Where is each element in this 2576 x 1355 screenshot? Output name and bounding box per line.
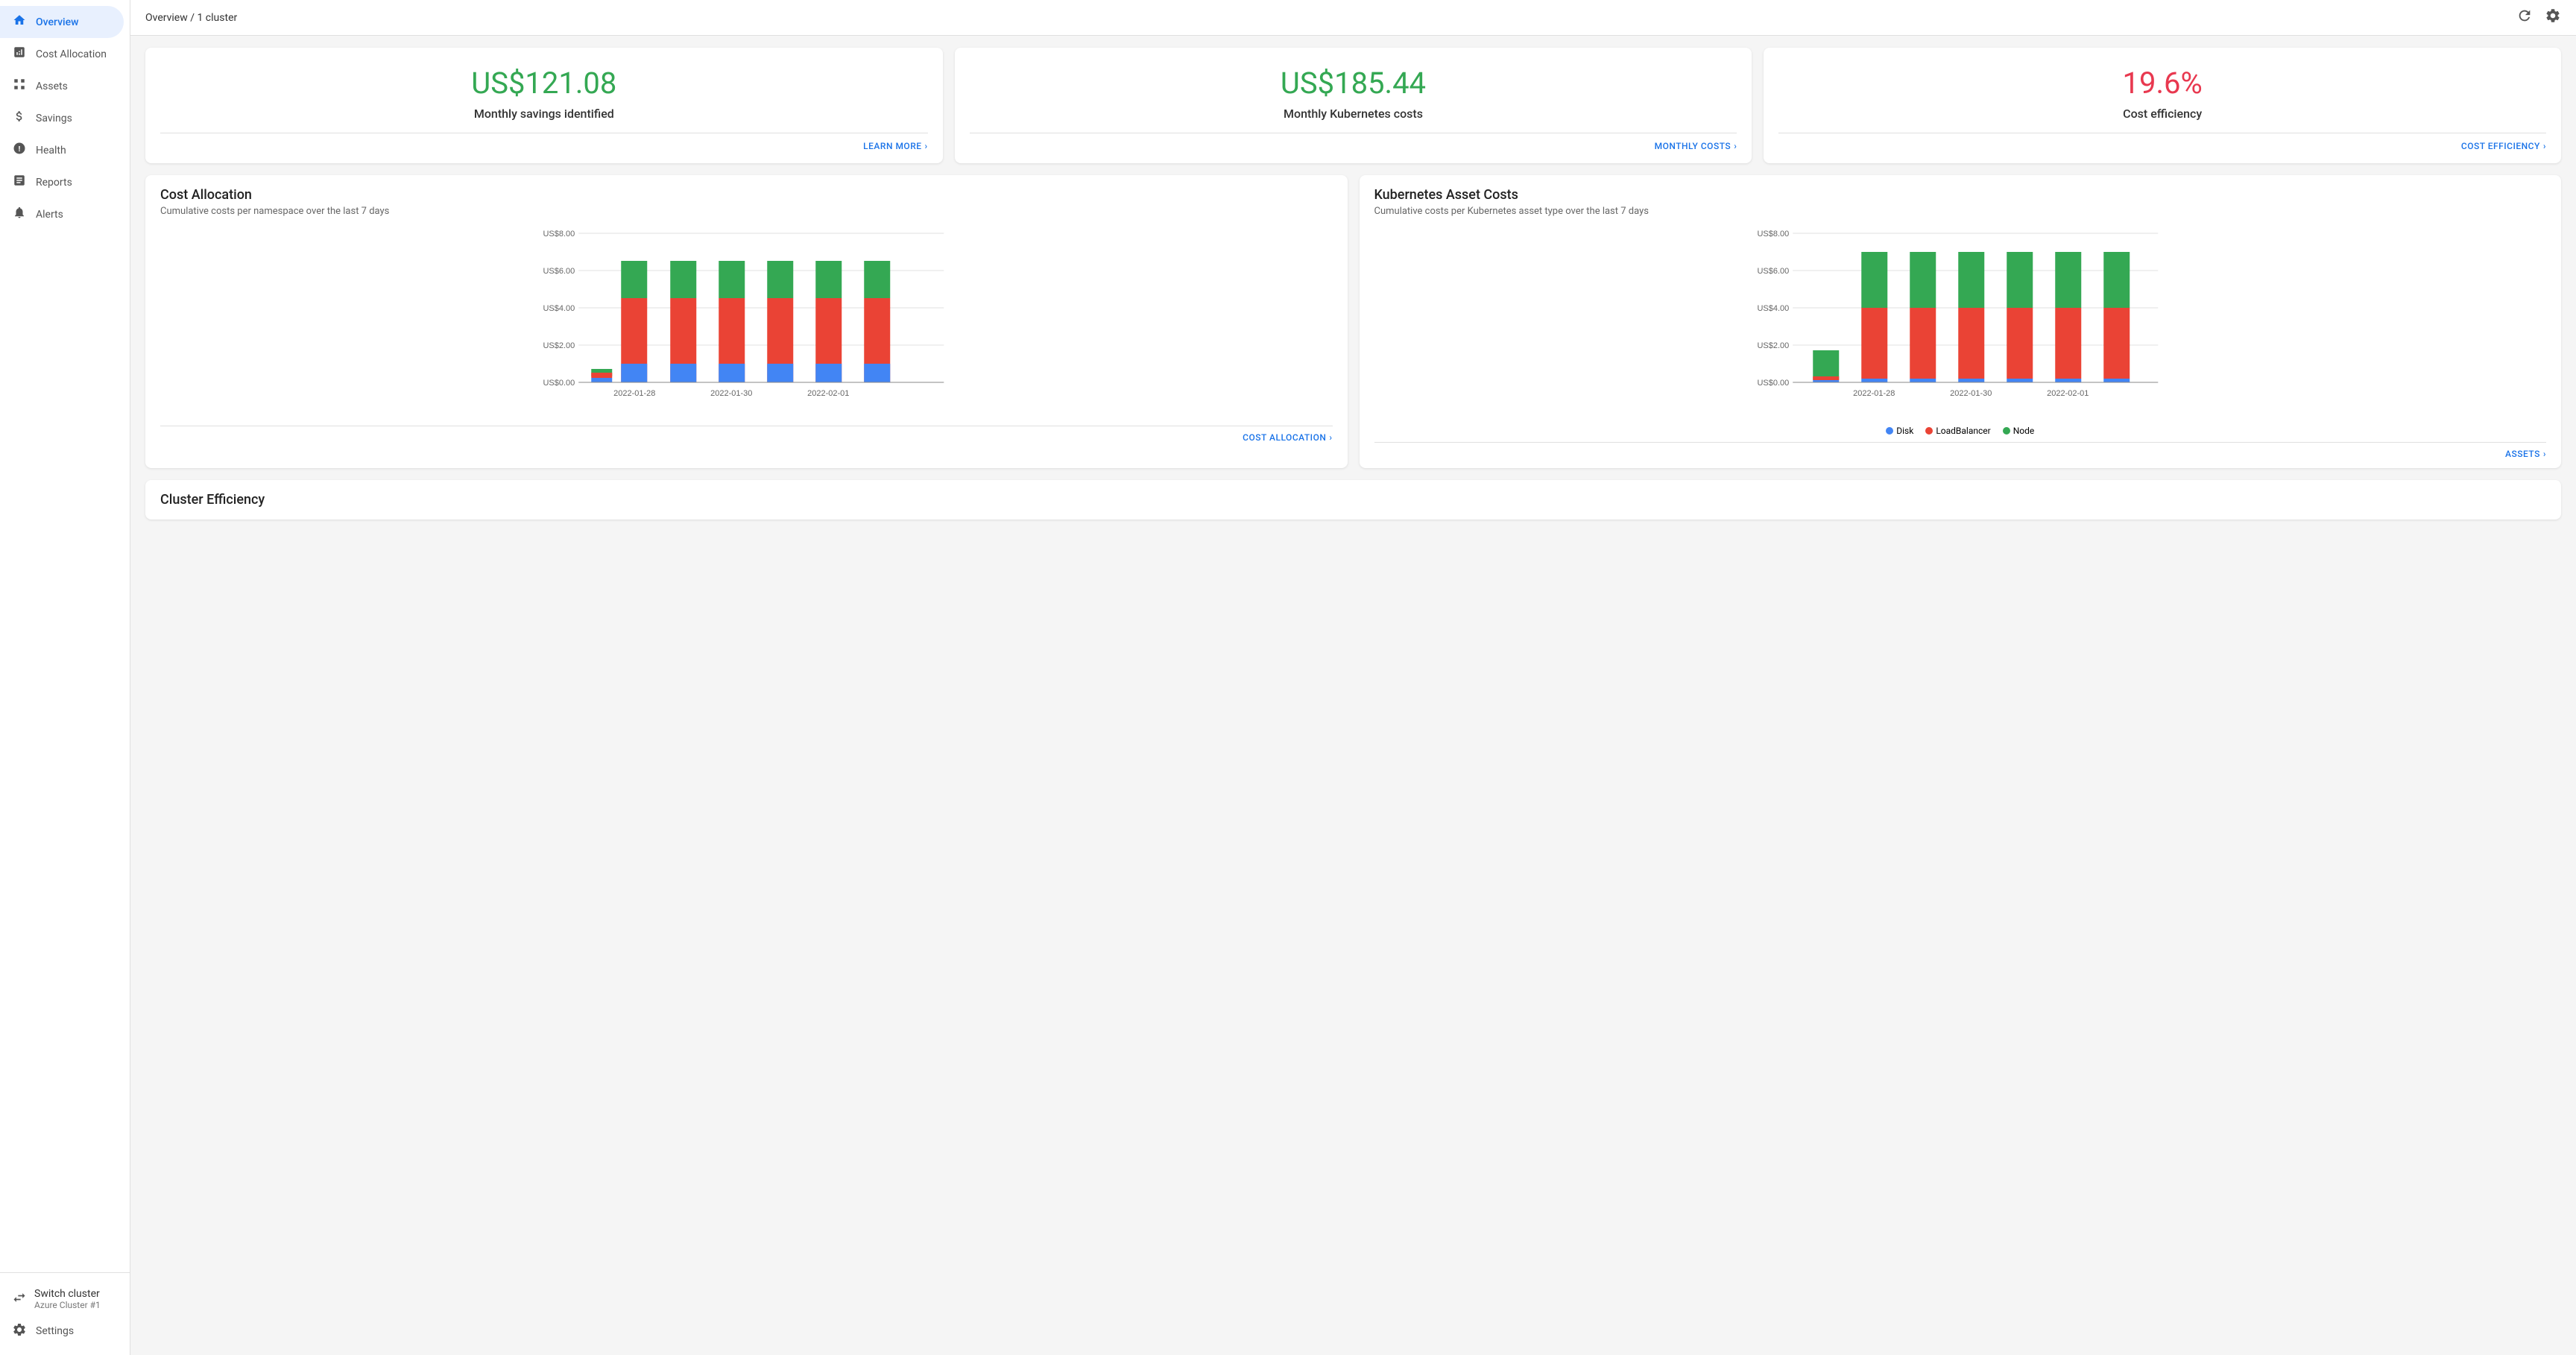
sidebar-item-overview[interactable]: Overview [0,6,124,38]
svg-text:US$4.00: US$4.00 [543,304,575,313]
kubernetes-asset-footer: ASSETS › [1374,442,2547,459]
kubernetes-asset-chart-area: US$8.00 US$6.00 US$4.00 US$2.00 US$0.00 [1374,226,2547,420]
node-dot [2003,427,2010,435]
svg-text:US$4.00: US$4.00 [1757,304,1789,313]
svg-text:US$2.00: US$2.00 [1757,341,1789,350]
switch-cluster-sub: Azure Cluster #1 [34,1300,101,1310]
settings-button[interactable]: Settings [6,1316,124,1346]
refresh-icon[interactable] [2516,7,2533,28]
summary-cards: US$121.08 Monthly savings identified LEA… [130,36,2576,175]
loadbalancer-dot [1925,427,1933,435]
kubernetes-legend: Disk LoadBalancer Node [1374,426,2547,436]
health-icon: ! [12,142,27,159]
svg-text:2022-02-01: 2022-02-01 [807,389,849,398]
switch-cluster-label: Switch cluster [34,1288,101,1300]
monthly-costs-arrow: › [1734,141,1737,151]
svg-text:2022-01-30: 2022-01-30 [710,389,752,398]
legend-disk: Disk [1886,426,1913,436]
node-label: Node [2013,426,2035,436]
switch-cluster-button[interactable]: Switch cluster Azure Cluster #1 [6,1282,124,1316]
sidebar-nav: Overview Cost Allocation Assets Savings [0,0,130,1272]
cluster-efficiency-title: Cluster Efficiency [160,492,2546,508]
breadcrumb: Overview / 1 cluster [145,12,237,24]
monthly-costs-link[interactable]: MONTHLY COSTS › [1655,141,1737,151]
assets-link[interactable]: ASSETS › [2505,449,2546,459]
efficiency-value: 19.6% [2123,66,2203,101]
savings-icon [12,110,27,127]
savings-label: Monthly savings identified [474,107,614,121]
kubernetes-asset-chart: Kubernetes Asset Costs Cumulative costs … [1360,175,2562,468]
legend-node: Node [2003,426,2035,436]
sidebar-label-health: Health [36,145,66,157]
svg-text:!: ! [18,145,21,154]
savings-value: US$121.08 [471,66,616,101]
home-icon [12,13,27,31]
cost-efficiency-card: 19.6% Cost efficiency COST EFFICIENCY › [1764,48,2561,163]
svg-text:US$0.00: US$0.00 [543,379,575,388]
cost-efficiency-arrow: › [2543,141,2546,151]
cost-efficiency-link[interactable]: COST EFFICIENCY › [2461,141,2546,151]
svg-text:US$8.00: US$8.00 [543,230,575,239]
main-content: Overview / 1 cluster US$121.08 Monthly s… [130,0,2576,1355]
bottom-section: Cluster Efficiency [130,480,2576,531]
cost-allocation-chart: Cost Allocation Cumulative costs per nam… [145,175,1348,468]
sidebar-label-assets: Assets [36,80,68,92]
switch-cluster-text: Switch cluster Azure Cluster #1 [34,1288,101,1310]
sidebar-item-reports[interactable]: Reports [0,166,124,198]
svg-text:2022-01-28: 2022-01-28 [1853,389,1895,398]
efficiency-label: Cost efficiency [2123,107,2202,121]
topbar-actions [2516,7,2561,28]
settings-topbar-icon[interactable] [2545,7,2561,28]
sidebar-label-cost-allocation: Cost Allocation [36,48,107,60]
cost-allocation-link[interactable]: COST ALLOCATION › [1243,432,1332,443]
sidebar-item-alerts[interactable]: Alerts [0,198,124,230]
kubernetes-asset-subtitle: Cumulative costs per Kubernetes asset ty… [1374,206,2547,217]
sidebar-label-alerts: Alerts [36,209,63,221]
loadbalancer-label: LoadBalancer [1936,426,1990,436]
charts-row: Cost Allocation Cumulative costs per nam… [130,175,2576,480]
cost-allocation-arrow: › [1329,432,1332,443]
learn-more-arrow: › [925,141,928,151]
sidebar-bottom: Switch cluster Azure Cluster #1 Settings [0,1272,130,1355]
sidebar-label-overview: Overview [36,16,78,28]
switch-cluster-icon [12,1290,27,1309]
kubernetes-asset-title: Kubernetes Asset Costs [1374,187,2547,203]
sidebar-item-cost-allocation[interactable]: Cost Allocation [0,38,124,70]
disk-dot [1886,427,1893,435]
sidebar-item-assets[interactable]: Assets [0,70,124,102]
cost-allocation-footer: COST ALLOCATION › [160,426,1333,443]
svg-text:US$6.00: US$6.00 [543,267,575,276]
cost-allocation-icon [12,45,27,63]
alerts-icon [12,206,27,223]
cost-allocation-chart-area: US$8.00 US$6.00 US$4.00 US$2.00 US$0.00 [160,226,1333,420]
cluster-efficiency-card: Cluster Efficiency [145,480,2561,519]
svg-text:2022-01-30: 2022-01-30 [1950,389,1992,398]
sidebar-item-savings[interactable]: Savings [0,102,124,134]
cost-allocation-title: Cost Allocation [160,187,1333,203]
reports-icon [12,174,27,191]
cost-allocation-subtitle: Cumulative costs per namespace over the … [160,206,1333,217]
legend-loadbalancer: LoadBalancer [1925,426,1990,436]
topbar: Overview / 1 cluster [130,0,2576,36]
svg-text:2022-02-01: 2022-02-01 [2047,389,2089,398]
k8s-value: US$185.44 [1281,66,1426,101]
savings-card: US$121.08 Monthly savings identified LEA… [145,48,943,163]
sidebar-label-reports: Reports [36,177,72,189]
sidebar-label-savings: Savings [36,113,72,124]
svg-text:US$0.00: US$0.00 [1757,379,1789,388]
k8s-costs-card: US$185.44 Monthly Kubernetes costs MONTH… [955,48,1752,163]
settings-label: Settings [36,1325,74,1337]
disk-label: Disk [1896,426,1913,436]
svg-text:US$8.00: US$8.00 [1757,230,1789,239]
learn-more-link[interactable]: LEARN MORE › [863,141,927,151]
assets-icon [12,78,27,95]
svg-text:US$6.00: US$6.00 [1757,267,1789,276]
sidebar: Overview Cost Allocation Assets Savings [0,0,130,1355]
svg-text:2022-01-28: 2022-01-28 [613,389,655,398]
settings-icon [12,1322,27,1340]
assets-arrow: › [2543,449,2546,459]
sidebar-item-health[interactable]: ! Health [0,134,124,166]
k8s-label: Monthly Kubernetes costs [1284,107,1423,121]
svg-text:US$2.00: US$2.00 [543,341,575,350]
